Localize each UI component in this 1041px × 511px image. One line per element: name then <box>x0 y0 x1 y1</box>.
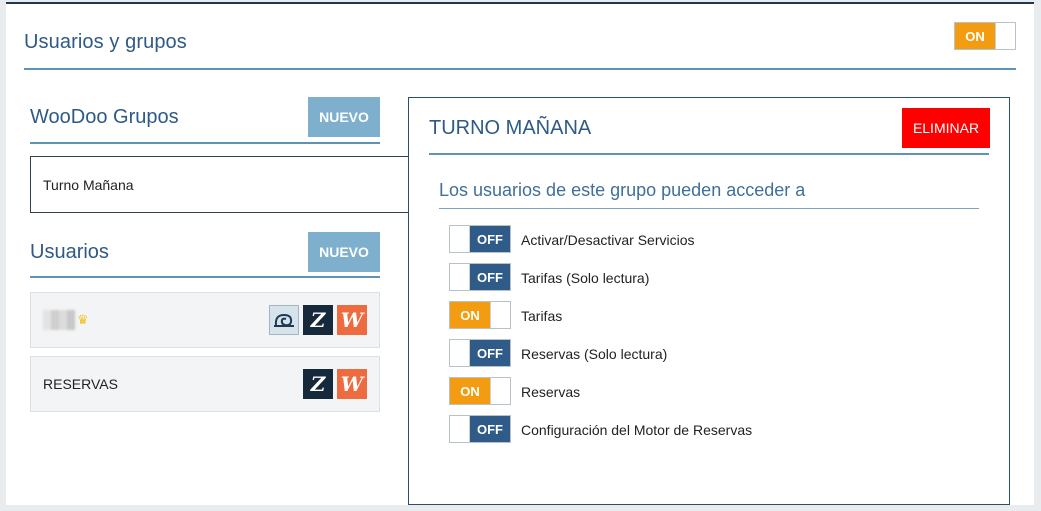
group-detail-title: TURNO MAÑANA <box>429 117 592 139</box>
toggle-tarifas[interactable]: ON <box>449 301 511 329</box>
zodomus-icon[interactable]: Z <box>303 369 333 399</box>
zodomus-icon[interactable]: Z <box>303 305 333 335</box>
toggle-off-label: OFF <box>470 264 510 290</box>
group-item-turno-manana[interactable]: Turno Mañana <box>30 156 414 213</box>
toggle-off-label: OFF <box>470 416 510 442</box>
module-toggle[interactable]: ON <box>954 22 1016 50</box>
user-name: RESERVAS <box>43 376 118 392</box>
toggle-knob <box>450 416 470 442</box>
toggle-reservas-solo-lectura[interactable]: OFF <box>449 339 511 367</box>
toggle-on-label: ON <box>450 378 490 404</box>
user-item[interactable]: RESERVAS Z W <box>30 356 380 412</box>
new-user-button[interactable]: NUEVO <box>308 232 380 272</box>
woodoo-icon[interactable]: W <box>337 305 367 335</box>
user-item[interactable]: ♛ Z W <box>30 292 380 348</box>
toggle-activar-desactivar-servicios[interactable]: OFF <box>449 225 511 253</box>
toggle-off-label: OFF <box>470 226 510 252</box>
group-detail-divider <box>429 153 989 155</box>
crown-icon: ♛ <box>77 312 89 327</box>
woodoo-icon[interactable]: W <box>337 369 367 399</box>
toggle-knob <box>490 302 510 328</box>
toggle-configuracion-motor-reservas[interactable]: OFF <box>449 415 511 443</box>
users-groups-page: Usuarios y grupos ON WooDoo Grupos NUEVO… <box>6 2 1034 505</box>
permission-label: Reservas (Solo lectura) <box>521 346 668 362</box>
groups-title: WooDoo Grupos <box>30 106 179 128</box>
access-divider <box>439 208 979 209</box>
title-divider <box>24 68 1016 70</box>
group-detail-panel: TURNO MAÑANA ELIMINAR Los usuarios de es… <box>408 97 1010 505</box>
toggle-knob <box>995 23 1015 49</box>
delete-group-button[interactable]: ELIMINAR <box>902 108 990 148</box>
permission-label: Activar/Desactivar Servicios <box>521 232 695 248</box>
user-name-redacted <box>43 310 75 330</box>
users-title: Usuarios <box>30 241 109 263</box>
new-group-button[interactable]: NUEVO <box>308 97 380 137</box>
group-item-label: Turno Mañana <box>43 176 134 193</box>
toggle-tarifas-solo-lectura[interactable]: OFF <box>449 263 511 291</box>
toggle-on-label: ON <box>450 302 490 328</box>
toggle-knob <box>450 264 470 290</box>
permission-label: Tarifas <box>521 308 563 324</box>
groups-divider <box>30 142 380 144</box>
access-heading: Los usuarios de este grupo pueden accede… <box>439 180 806 200</box>
permission-label: Reservas <box>521 384 581 400</box>
toggle-off-label: OFF <box>470 340 510 366</box>
toggle-knob <box>450 226 470 252</box>
page-title: Usuarios y grupos <box>24 31 187 53</box>
toggle-knob <box>450 340 470 366</box>
toggle-on-label: ON <box>955 23 995 49</box>
snail-icon[interactable] <box>269 305 299 335</box>
users-divider <box>30 276 380 278</box>
toggle-reservas[interactable]: ON <box>449 377 511 405</box>
toggle-knob <box>490 378 510 404</box>
permission-label: Configuración del Motor de Reservas <box>521 422 753 438</box>
permission-label: Tarifas (Solo lectura) <box>521 270 650 286</box>
